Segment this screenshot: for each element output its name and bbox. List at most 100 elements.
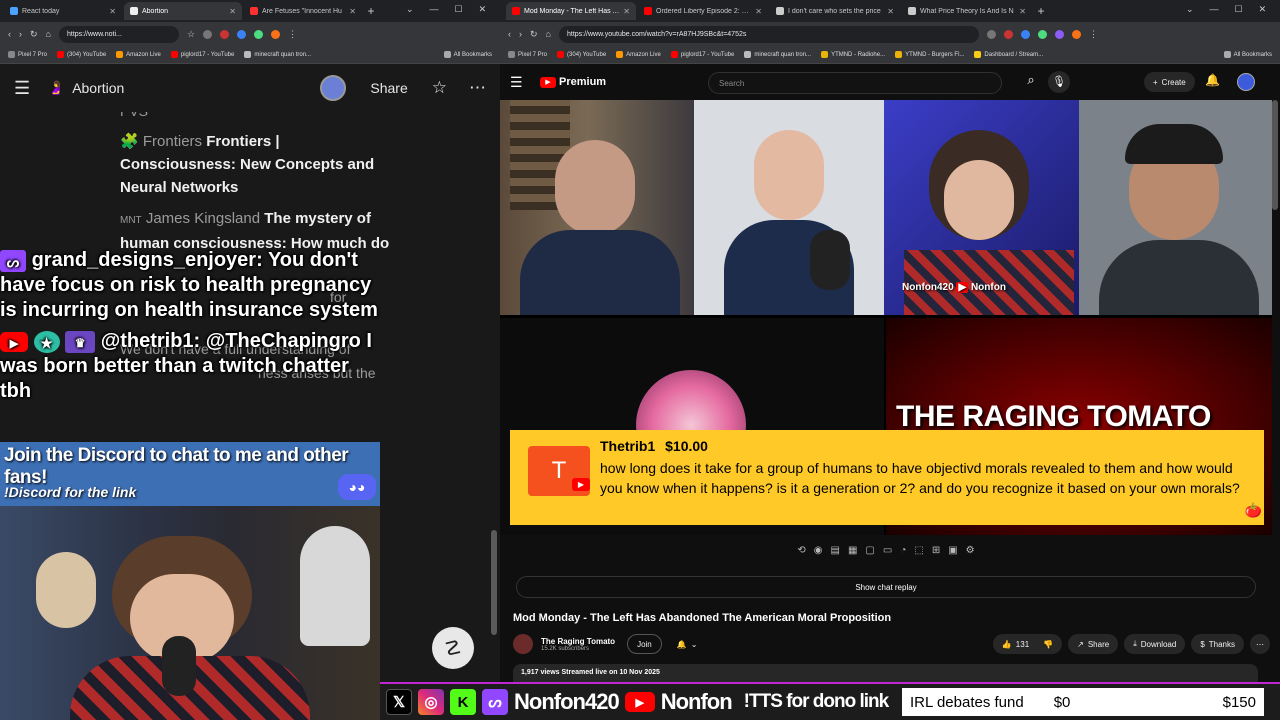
youtube-premium-logo[interactable]: Premium bbox=[559, 76, 606, 88]
hamburger-menu-icon[interactable]: ☰ bbox=[510, 74, 540, 91]
speed-icon[interactable]: ◔ bbox=[900, 545, 906, 556]
close-icon[interactable]: ✕ bbox=[109, 7, 116, 16]
notification-bell-button[interactable]: 🔔 ⌄ bbox=[668, 634, 707, 654]
close-window-icon[interactable]: ✕ bbox=[1259, 4, 1267, 15]
bookmark-item[interactable]: (304) YouTube bbox=[57, 51, 106, 58]
bell-icon[interactable]: 🔔 bbox=[1205, 73, 1220, 87]
video-player[interactable]: Nonfon420 ▶ Nonfon THE RAGING TOMATO T ▶… bbox=[500, 100, 1272, 535]
back-icon[interactable]: ‹ bbox=[8, 29, 11, 39]
scrollbar[interactable] bbox=[1272, 100, 1278, 210]
bookmark-item[interactable]: Amazon Live bbox=[616, 51, 661, 58]
url-field[interactable]: https://www.noti... bbox=[58, 25, 179, 43]
maximize-icon[interactable]: ☐ bbox=[1235, 4, 1243, 15]
menu-dots-icon[interactable]: ⋮ bbox=[1089, 29, 1098, 40]
extension-icon[interactable] bbox=[1037, 29, 1047, 39]
maximize-icon[interactable]: ☐ bbox=[455, 4, 463, 15]
extension-icon[interactable] bbox=[237, 29, 247, 39]
extension-icon[interactable] bbox=[986, 29, 996, 39]
minimize-icon[interactable]: — bbox=[1210, 4, 1219, 15]
extension-icon[interactable] bbox=[220, 29, 230, 39]
miniplayer-icon[interactable]: ▢ bbox=[865, 545, 874, 556]
settings-gear-icon[interactable]: ⚙ bbox=[966, 545, 975, 556]
avatar[interactable] bbox=[1237, 73, 1255, 91]
forward-icon[interactable]: › bbox=[19, 29, 22, 39]
reload-icon[interactable]: ↻ bbox=[30, 29, 38, 40]
ratio-icon[interactable]: ⬚ bbox=[914, 545, 923, 556]
close-icon[interactable]: ✕ bbox=[887, 7, 894, 16]
close-icon[interactable]: ✕ bbox=[229, 7, 236, 16]
bookmark-item[interactable]: Dashboard / Stream... bbox=[974, 51, 1043, 58]
extension-icon[interactable] bbox=[1003, 29, 1013, 39]
close-window-icon[interactable]: ✕ bbox=[479, 4, 487, 15]
share-button[interactable]: ↗ Share bbox=[1068, 634, 1119, 654]
bookmark-item[interactable]: Pixel 7 Pro bbox=[508, 51, 547, 58]
tab-ordered-liberty[interactable]: Ordered Liberty Episode 2: Del ✕ bbox=[638, 2, 768, 20]
more-icon[interactable]: ⋯ bbox=[469, 78, 486, 98]
tab-react-today[interactable]: React today ✕ bbox=[4, 2, 122, 20]
star-icon[interactable]: ☆ bbox=[432, 78, 447, 98]
create-button[interactable]: + Create bbox=[1144, 72, 1195, 92]
profile-avatar[interactable] bbox=[1071, 29, 1081, 39]
minimize-icon[interactable]: — bbox=[430, 4, 439, 15]
like-button[interactable]: 👍 131 👎 bbox=[992, 634, 1063, 654]
search-input[interactable]: Search bbox=[708, 72, 1002, 94]
close-icon[interactable]: ✕ bbox=[1019, 7, 1026, 16]
bookmark-item[interactable]: Pixel 7 Pro bbox=[8, 51, 47, 58]
bookmark-item[interactable]: YTMND - Burgers Fl... bbox=[895, 51, 964, 58]
all-bookmarks[interactable]: All Bookmarks bbox=[1223, 51, 1272, 58]
reference-frontiers[interactable]: 🧩 Frontiers Frontiers | Consciousness: N… bbox=[120, 130, 390, 199]
tab-fetuses[interactable]: Are Fetuses "Innocent Hu ✕ bbox=[244, 2, 362, 20]
profile-avatar[interactable] bbox=[271, 29, 281, 39]
extension-icon[interactable] bbox=[203, 29, 213, 39]
bookmark-item[interactable]: (304) YouTube bbox=[557, 51, 606, 58]
notion-ai-button[interactable]: ☡ bbox=[432, 627, 474, 669]
bookmark-item[interactable]: piglord17 - YouTube bbox=[170, 51, 234, 58]
tab-search-icon[interactable]: ⌄ bbox=[406, 4, 414, 15]
new-tab-button[interactable]: + bbox=[1034, 4, 1048, 18]
audio-icon[interactable]: ◉ bbox=[814, 545, 823, 556]
share-button[interactable]: Share bbox=[370, 80, 407, 96]
forward-icon[interactable]: › bbox=[519, 29, 522, 39]
close-icon[interactable]: ✕ bbox=[623, 7, 630, 16]
tab-price-theory[interactable]: What Price Theory Is And Is N ✕ bbox=[902, 2, 1032, 20]
bookmark-item[interactable]: Amazon Live bbox=[116, 51, 161, 58]
bookmark-star-icon[interactable]: ☆ bbox=[187, 29, 195, 40]
channel-avatar[interactable] bbox=[513, 634, 533, 654]
new-tab-button[interactable]: + bbox=[364, 4, 378, 18]
close-icon[interactable]: ✕ bbox=[755, 7, 762, 16]
menu-dots-icon[interactable]: ⋮ bbox=[288, 29, 297, 40]
download-button[interactable]: ⤓ Download bbox=[1124, 634, 1186, 654]
extension-icon[interactable] bbox=[1020, 29, 1030, 39]
join-button[interactable]: Join bbox=[627, 634, 662, 654]
page-title[interactable]: Abortion bbox=[72, 80, 124, 96]
avatar[interactable] bbox=[320, 75, 347, 101]
subtitles-icon[interactable]: ▤ bbox=[831, 545, 840, 556]
loop-icon[interactable]: ⟲ bbox=[797, 545, 805, 556]
add-icon[interactable]: ⊞ bbox=[932, 545, 940, 556]
bookmark-item[interactable]: minecraft quan tron... bbox=[244, 51, 311, 58]
url-field[interactable]: https://www.youtube.com/watch?v=rA87HJ9S… bbox=[558, 25, 979, 43]
thanks-button[interactable]: $ Thanks bbox=[1191, 634, 1244, 654]
channel-name[interactable]: The Raging Tomato bbox=[541, 637, 615, 646]
reload-icon[interactable]: ↻ bbox=[530, 29, 538, 40]
tab-search-icon[interactable]: ⌄ bbox=[1186, 4, 1194, 15]
tab-price[interactable]: I don't care who sets the price ✕ bbox=[770, 2, 900, 20]
back-icon[interactable]: ‹ bbox=[508, 29, 511, 39]
scrollbar[interactable] bbox=[491, 530, 497, 635]
search-icon[interactable]: ⌕ bbox=[1016, 72, 1046, 92]
more-icon[interactable]: ⋯ bbox=[1250, 634, 1270, 654]
home-icon[interactable]: ⌂ bbox=[46, 29, 51, 39]
close-icon[interactable]: ✕ bbox=[349, 7, 356, 16]
tab-mod-monday[interactable]: Mod Monday - The Left Has Ab ✕ bbox=[506, 2, 636, 20]
screenshot-icon[interactable]: ▣ bbox=[948, 545, 957, 556]
bookmark-item[interactable]: piglord17 - YouTube bbox=[670, 51, 734, 58]
youtube-logo-icon[interactable]: ▶ bbox=[540, 76, 556, 88]
show-chat-replay-button[interactable]: Show chat replay bbox=[516, 576, 1256, 598]
home-icon[interactable]: ⌂ bbox=[546, 29, 551, 39]
bookmark-item[interactable]: minecraft quan tron... bbox=[744, 51, 811, 58]
theater-icon[interactable]: ▭ bbox=[883, 545, 892, 556]
hamburger-menu-icon[interactable]: ☰ bbox=[14, 78, 48, 99]
calendar-icon[interactable]: ▦ bbox=[848, 545, 857, 556]
all-bookmarks[interactable]: All Bookmarks bbox=[443, 51, 492, 58]
tab-abortion[interactable]: Abortion ✕ bbox=[124, 2, 242, 20]
